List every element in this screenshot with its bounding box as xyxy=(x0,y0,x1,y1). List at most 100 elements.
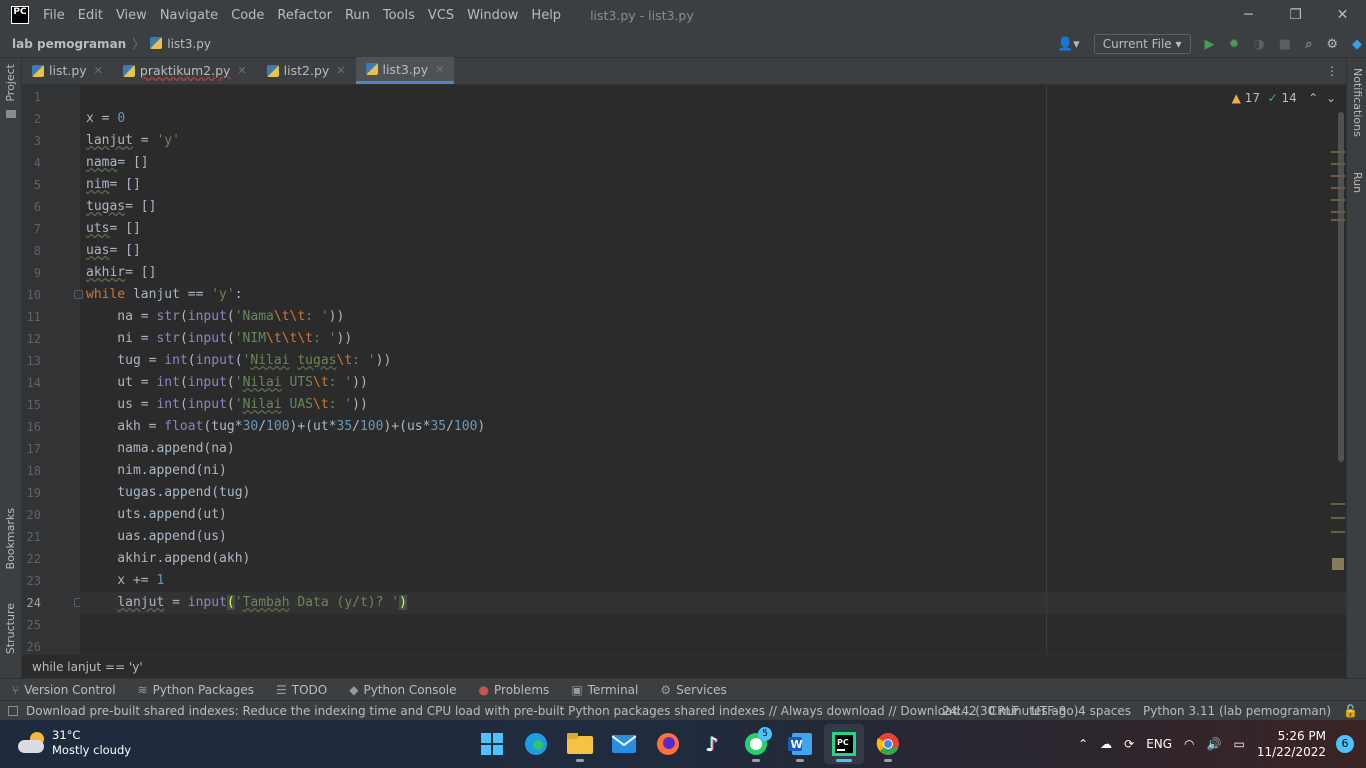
line-number[interactable]: 7 xyxy=(22,222,41,236)
warning-stripe-mark[interactable] xyxy=(1331,503,1345,505)
code-line[interactable]: us = int(input('Nilai UAS\t: ')) xyxy=(86,394,368,416)
close-button[interactable]: ✕ xyxy=(1319,0,1366,30)
volume-icon[interactable]: 🔊 xyxy=(1207,737,1222,751)
line-number[interactable]: 6 xyxy=(22,200,41,214)
line-number[interactable]: 4 xyxy=(22,156,41,170)
line-number[interactable]: 10 xyxy=(22,288,41,302)
stop-icon[interactable]: ■ xyxy=(1279,37,1291,52)
run-configuration-select[interactable]: Current File ▾ xyxy=(1093,34,1191,54)
battery-icon[interactable]: ▭ xyxy=(1233,737,1244,751)
menu-refactor[interactable]: Refactor xyxy=(277,8,332,23)
tab-praktikum2-py[interactable]: praktikum2.py ✕ xyxy=(113,57,257,84)
start-button[interactable] xyxy=(472,724,512,764)
tool-window-version-control[interactable]: ⑂ Version Control xyxy=(12,683,116,697)
bookmarks-tool-button[interactable]: Bookmarks xyxy=(4,508,17,569)
code-line[interactable]: while lanjut == 'y': xyxy=(86,284,243,306)
word-button[interactable]: W xyxy=(780,724,820,764)
menu-code[interactable]: Code xyxy=(231,8,264,23)
line-number[interactable]: 12 xyxy=(22,332,41,346)
line-number[interactable]: 2 xyxy=(22,112,41,126)
weather-widget[interactable]: 31°C Mostly cloudy xyxy=(18,728,131,758)
menu-edit[interactable]: Edit xyxy=(78,8,103,23)
tiktok-button[interactable]: ♪ xyxy=(692,724,732,764)
sync-icon[interactable]: ⟳ xyxy=(1124,737,1134,751)
notifications-tool-button[interactable]: Notifications xyxy=(1351,68,1364,137)
tool-window-problems[interactable]: ● Problems xyxy=(479,683,550,697)
line-ending[interactable]: CRLF xyxy=(989,704,1019,718)
line-number[interactable]: 15 xyxy=(22,398,41,412)
warning-stripe-mark[interactable] xyxy=(1331,517,1345,519)
code-line[interactable]: nim= [] xyxy=(86,174,141,196)
line-number[interactable]: 18 xyxy=(22,464,41,478)
coverage-icon[interactable]: ◑ xyxy=(1253,37,1264,52)
menu-navigate[interactable]: Navigate xyxy=(160,8,218,23)
caret-position[interactable]: 24:42 xyxy=(942,704,977,718)
code-line[interactable]: akhir= [] xyxy=(86,262,156,284)
line-number[interactable]: 5 xyxy=(22,178,41,192)
warning-stripe-mark[interactable] xyxy=(1331,151,1345,153)
tab-list2-py[interactable]: list2.py ✕ xyxy=(257,57,356,84)
code-line[interactable]: na = str(input('Nama\t\t: ')) xyxy=(86,306,344,328)
menu-tools[interactable]: Tools xyxy=(383,8,415,23)
search-icon[interactable]: ⌕ xyxy=(1305,37,1312,52)
status-message[interactable]: Download pre-built shared indexes: Reduc… xyxy=(26,704,1078,718)
edge-browser-button[interactable] xyxy=(516,724,556,764)
line-number[interactable]: 13 xyxy=(22,354,41,368)
tool-window-services[interactable]: ⚙ Services xyxy=(660,683,726,697)
structure-tool-button[interactable]: Structure xyxy=(4,603,17,654)
show-hidden-icons-icon[interactable]: ⌃ xyxy=(1078,737,1088,751)
code-line[interactable]: uts.append(ut) xyxy=(86,504,227,526)
wifi-icon[interactable]: ◠ xyxy=(1184,737,1194,751)
line-number[interactable]: 9 xyxy=(22,266,41,280)
menu-help[interactable]: Help xyxy=(531,8,561,23)
line-number[interactable]: 8 xyxy=(22,244,41,258)
tool-window-python-packages[interactable]: ≋ Python Packages xyxy=(138,683,254,697)
menu-file[interactable]: File xyxy=(43,8,65,23)
line-number[interactable]: 21 xyxy=(22,530,41,544)
minimize-button[interactable]: ─ xyxy=(1225,0,1272,30)
clock[interactable]: 5:26 PM 11/22/2022 xyxy=(1257,728,1326,760)
onedrive-icon[interactable]: ☁ xyxy=(1100,737,1112,751)
file-explorer-button[interactable] xyxy=(560,724,600,764)
pycharm-logo-icon[interactable]: PC xyxy=(11,6,29,24)
indent-setting[interactable]: 4 spaces xyxy=(1078,704,1131,718)
menu-view[interactable]: View xyxy=(116,8,147,23)
status-toggle-icon[interactable] xyxy=(8,705,18,716)
line-number[interactable]: 14 xyxy=(22,376,41,390)
settings-gear-icon[interactable]: ⚙ xyxy=(1326,37,1338,52)
user-account-icon[interactable]: 👤▾ xyxy=(1057,37,1080,52)
inspection-widget[interactable]: ▲ 17 ✓ 14 ⌃ ⌄ xyxy=(1232,91,1336,105)
lock-icon[interactable]: 🔓 xyxy=(1343,704,1358,718)
code-line[interactable]: uts= [] xyxy=(86,218,141,240)
python-interpreter[interactable]: Python 3.11 (lab pemograman) xyxy=(1143,704,1331,718)
close-tab-icon[interactable]: ✕ xyxy=(435,63,444,76)
line-number[interactable]: 16 xyxy=(22,420,41,434)
folder-icon[interactable] xyxy=(6,110,16,118)
chrome-button[interactable] xyxy=(868,724,908,764)
tool-window-python-console[interactable]: ◆ Python Console xyxy=(349,683,456,697)
code-line[interactable]: nim.append(ni) xyxy=(86,460,227,482)
warning-stripe-mark[interactable] xyxy=(1331,175,1345,177)
warning-stripe-mark[interactable] xyxy=(1331,163,1345,165)
breadcrumb-context[interactable]: while lanjut == 'y' xyxy=(22,654,1346,678)
project-tool-button[interactable]: Project xyxy=(4,64,17,102)
current-position-marker[interactable] xyxy=(1332,558,1344,570)
tab-list3-py[interactable]: list3.py ✕ xyxy=(355,57,455,84)
line-number[interactable]: 23 xyxy=(22,574,41,588)
line-number-gutter[interactable]: 1 2 3 4 5 6 7 8 9 10 11 12 13 14 15 16 17 18 19 20 21 22 23 24 2… xyxy=(22,85,83,654)
whatsapp-button[interactable]: 5 xyxy=(736,724,776,764)
code-line[interactable]: x = 0 xyxy=(86,108,125,130)
code-line[interactable]: tug = int(input('Nilai tugas\t: ')) xyxy=(86,350,391,372)
code-editor[interactable]: 1 2 3 4 5 6 7 8 9 10 11 12 13 14 15 16 17 18 19 20 21 22 23 24 2… xyxy=(22,85,1346,654)
menu-window[interactable]: Window xyxy=(467,8,518,23)
language-indicator[interactable]: ENG xyxy=(1146,737,1172,751)
line-number[interactable]: 26 xyxy=(22,640,41,654)
firefox-button[interactable] xyxy=(648,724,688,764)
line-number[interactable]: 20 xyxy=(22,508,41,522)
mail-button[interactable] xyxy=(604,724,644,764)
previous-highlight-icon[interactable]: ⌃ xyxy=(1308,91,1318,105)
close-tab-icon[interactable]: ✕ xyxy=(237,64,246,77)
line-number[interactable]: 17 xyxy=(22,442,41,456)
pycharm-button[interactable]: PC xyxy=(824,724,864,764)
warning-stripe-mark[interactable] xyxy=(1331,531,1345,533)
